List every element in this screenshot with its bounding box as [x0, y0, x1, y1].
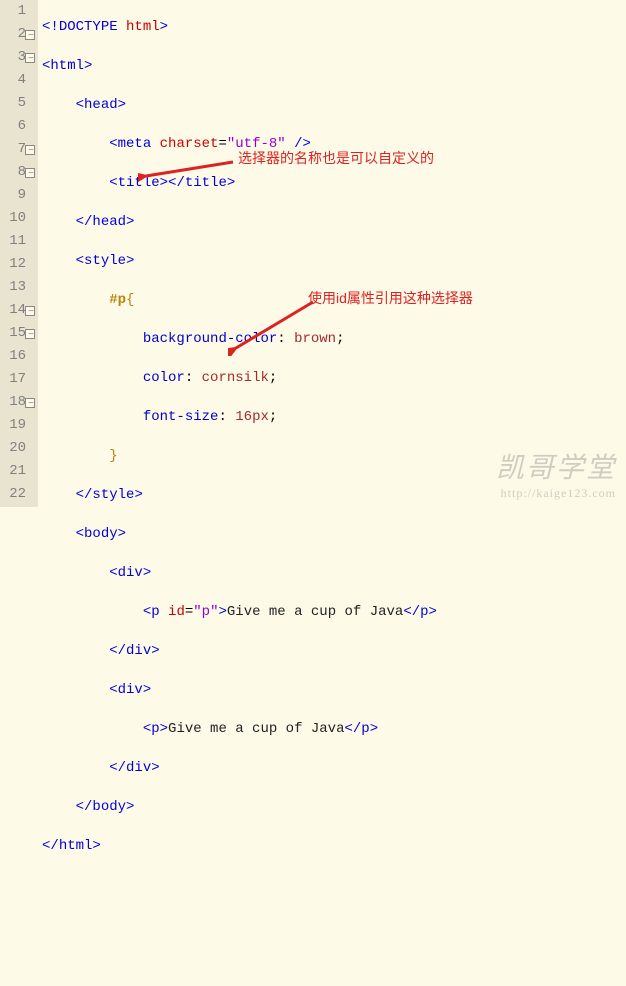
- code-line: }: [42, 445, 437, 468]
- line-number: 11: [0, 230, 34, 253]
- line-number: 22: [0, 483, 34, 506]
- code-line: <style>: [42, 250, 437, 273]
- line-number: 4: [0, 69, 34, 92]
- line-number: 5: [0, 92, 34, 115]
- code-line: <p>Give me a cup of Java</p>: [42, 718, 437, 741]
- code-line: <head>: [42, 94, 437, 117]
- code-line: </head>: [42, 211, 437, 234]
- line-number: 7: [0, 138, 34, 161]
- code-line: <title></title>: [42, 172, 437, 195]
- code-line: </html>: [42, 835, 437, 858]
- code-line: </div>: [42, 640, 437, 663]
- code-line: font-size: 16px;: [42, 406, 437, 429]
- line-number: 8: [0, 161, 34, 184]
- line-number: 9: [0, 184, 34, 207]
- code-line: </body>: [42, 796, 437, 819]
- code-line: color: cornsilk;: [42, 367, 437, 390]
- code-line: </div>: [42, 757, 437, 780]
- code-line: <html>: [42, 55, 437, 78]
- line-number: 16: [0, 345, 34, 368]
- code-line: <body>: [42, 523, 437, 546]
- annotation-top: 选择器的名称也是可以自定义的: [238, 148, 434, 168]
- line-number: 15: [0, 322, 34, 345]
- line-number: 2: [0, 23, 34, 46]
- code-line: <p id="p">Give me a cup of Java</p>: [42, 601, 437, 624]
- line-number: 13: [0, 276, 34, 299]
- line-number: 19: [0, 414, 34, 437]
- line-number: 12: [0, 253, 34, 276]
- line-number: 20: [0, 437, 34, 460]
- code-area[interactable]: <!DOCTYPE html> <html> <head> <meta char…: [38, 0, 437, 507]
- line-number: 1: [0, 0, 34, 23]
- line-number: 6: [0, 115, 34, 138]
- line-number: 3: [0, 46, 34, 69]
- code-line: <div>: [42, 679, 437, 702]
- line-number: 17: [0, 368, 34, 391]
- code-line: <div>: [42, 562, 437, 585]
- annotation-bottom: 使用id属性引用这种选择器: [308, 288, 473, 308]
- code-line: background-color: brown;: [42, 328, 437, 351]
- line-number: 18: [0, 391, 34, 414]
- line-number: 21: [0, 460, 34, 483]
- code-editor: 1 2 3 4 5 6 7 8 9 10 11 12 13 14 15 16 1…: [0, 0, 626, 507]
- line-number: 14: [0, 299, 34, 322]
- line-number-gutter: 1 2 3 4 5 6 7 8 9 10 11 12 13 14 15 16 1…: [0, 0, 38, 507]
- code-line: </style>: [42, 484, 437, 507]
- code-line: <!DOCTYPE html>: [42, 16, 437, 39]
- line-number: 10: [0, 207, 34, 230]
